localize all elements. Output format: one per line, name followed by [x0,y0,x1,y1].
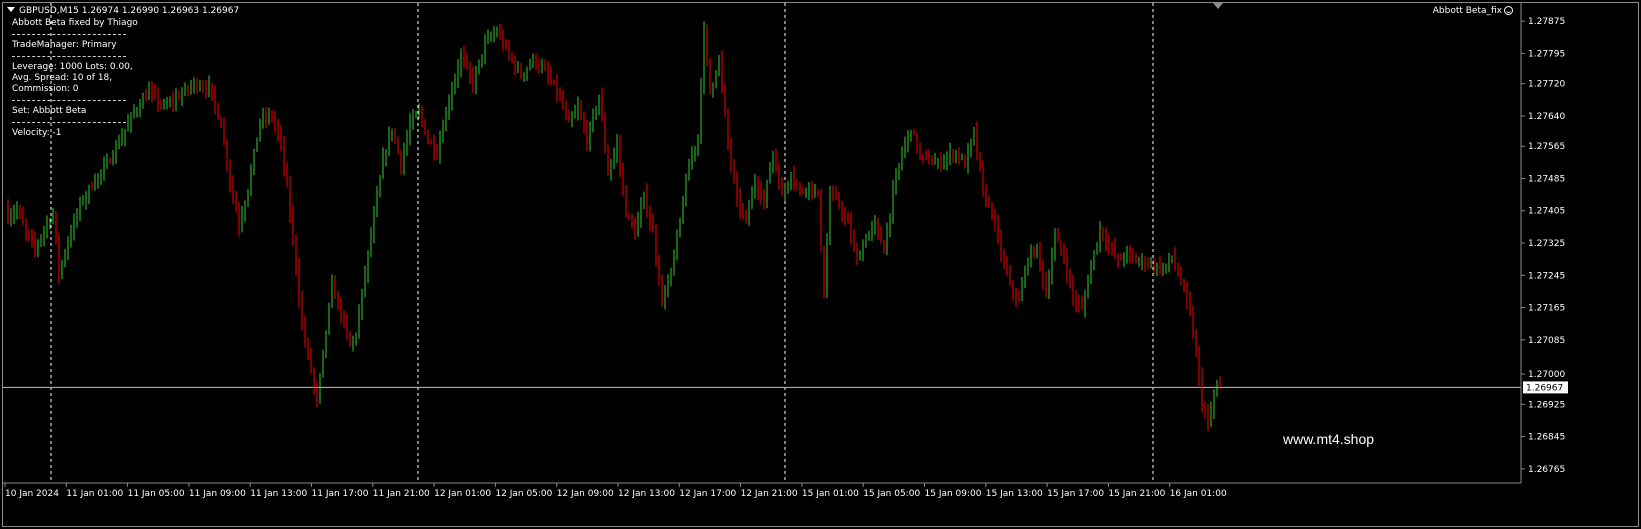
commission-line: Commission: 0 [12,84,79,94]
panel-divider [12,100,126,101]
y-tick-label: 1.26765 [1528,465,1565,475]
info-panel: Abbott Beta fixed by Thiago TradeManager… [12,18,138,139]
x-tick-label: 15 Jan 13:00 [986,489,1043,499]
x-tick-label: 10 Jan 2024 [5,489,59,499]
indicator-name: Abbott Beta_fix [1432,6,1502,16]
symbol-header: GBPUSD,M15 1.26974 1.26990 1.26963 1.269… [7,6,239,17]
smiley-icon [1504,6,1513,15]
x-tick-label: 16 Jan 01:00 [1170,489,1227,499]
velocity-line: Velocity: -1 [12,128,62,138]
chart-shift-marker[interactable] [1213,3,1223,9]
y-tick-label: 1.27795 [1528,49,1565,59]
y-tick-label: 1.27000 [1528,370,1565,380]
x-tick-label: 15 Jan 21:00 [1108,489,1165,499]
y-tick-label: 1.27720 [1528,80,1565,90]
panel-divider [12,34,126,35]
x-tick-label: 12 Jan 09:00 [557,489,614,499]
y-tick-label: 1.27565 [1528,142,1565,152]
y-tick-label: 1.27875 [1528,17,1565,27]
y-tick-label: 1.27165 [1528,304,1565,314]
grid-layer [3,3,1521,483]
triangle-down-icon[interactable] [7,7,15,12]
x-tick-label: 15 Jan 09:00 [925,489,982,499]
trade-manager: TradeManager: Primary [12,40,117,50]
x-tick-label: 15 Jan 05:00 [863,489,920,499]
price-chart[interactable]: 1.27875 1.27795 1.27720 1.27640 1.27565 1.274… [0,0,1641,529]
set-line: Set: Abbott Beta [12,106,87,116]
y-tick-label: 1.27485 [1528,174,1565,184]
watermark: www.mt4.shop [1283,431,1375,447]
leverage-line: Leverage: 1000 Lots: 0.00, [12,62,133,72]
current-price-label: 1.26967 [1526,383,1563,393]
indicator-label[interactable]: Abbott Beta_fix [1433,6,1513,17]
x-tick-label: 15 Jan 01:00 [802,489,859,499]
spread-line: Avg. Spread: 10 of 18, [12,73,113,83]
panel-divider [12,56,126,57]
x-tick-label: 11 Jan 21:00 [373,489,430,499]
x-tick-label: 12 Jan 05:00 [495,489,552,499]
x-tick-label: 12 Jan 13:00 [618,489,675,499]
y-tick-label: 1.27325 [1528,239,1565,249]
x-tick-label: 11 Jan 05:00 [128,489,185,499]
candles-layer [7,21,1221,431]
x-tick-label: 11 Jan 09:00 [189,489,246,499]
panel-divider [12,122,126,123]
x-tick-label: 11 Jan 17:00 [312,489,369,499]
y-tick-label: 1.27245 [1528,271,1565,281]
y-tick-label: 1.26925 [1528,400,1565,410]
x-tick-label: 12 Jan 21:00 [741,489,798,499]
x-tick-label: 11 Jan 01:00 [66,489,123,499]
y-tick-label: 1.26845 [1528,433,1565,443]
symbol-line: GBPUSD,M15 1.26974 1.26990 1.26963 1.269… [19,6,240,16]
x-tick-label: 11 Jan 13:00 [250,489,307,499]
y-tick-label: 1.27085 [1528,336,1565,346]
panel-title: Abbott Beta fixed by Thiago [12,18,138,28]
y-tick-label: 1.27640 [1528,112,1565,122]
x-tick-label: 12 Jan 17:00 [679,489,736,499]
y-tick-label: 1.27405 [1528,207,1565,217]
x-tick-label: 12 Jan 01:00 [434,489,491,499]
x-tick-label: 15 Jan 17:00 [1047,489,1104,499]
